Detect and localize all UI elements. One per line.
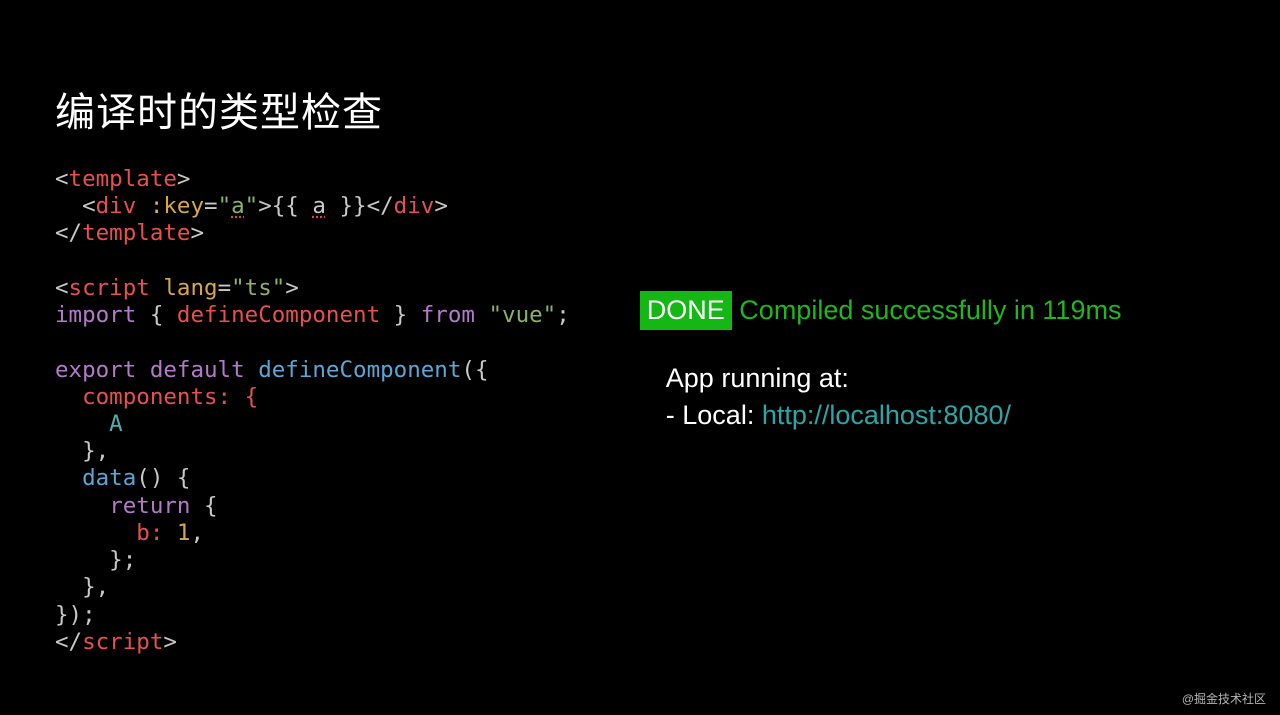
- tok: import: [55, 302, 136, 328]
- tok: return: [109, 493, 190, 519]
- tok: b:: [55, 520, 177, 546]
- tok: defineComponent: [258, 357, 461, 383]
- tok: [245, 357, 259, 383]
- local-label: - Local:: [666, 400, 762, 430]
- tok: :key: [136, 193, 204, 219]
- tok: A: [55, 411, 123, 437]
- tok: template: [82, 220, 190, 246]
- tok: [475, 302, 489, 328]
- tok: "ts": [231, 275, 285, 301]
- tok: data: [82, 465, 136, 491]
- tok: =: [218, 275, 232, 301]
- tok: >: [434, 193, 448, 219]
- tok: </: [55, 629, 82, 655]
- tok: >{{: [258, 193, 312, 219]
- tok: ;: [556, 302, 570, 328]
- tok: >: [177, 166, 191, 192]
- tok: lang: [150, 275, 218, 301]
- tok: ": [245, 193, 259, 219]
- tok: <: [55, 275, 69, 301]
- tok: <: [55, 193, 96, 219]
- terminal-output: DONE Compiled successfully in 119ms App …: [640, 291, 1122, 656]
- tok-error: a: [312, 193, 326, 219]
- tok: {: [190, 493, 217, 519]
- tok: defineComponent: [177, 302, 380, 328]
- tok: div: [96, 193, 137, 219]
- tok: from: [421, 302, 475, 328]
- tok: 1: [177, 520, 191, 546]
- tok: >: [190, 220, 204, 246]
- tok: [55, 493, 109, 519]
- status-line: DONE Compiled successfully in 119ms: [640, 291, 1122, 330]
- tok: default: [150, 357, 245, 383]
- local-url: http://localhost:8080/: [762, 400, 1011, 430]
- tok: export: [55, 357, 136, 383]
- tok: [55, 465, 82, 491]
- tok: }}</: [326, 193, 394, 219]
- tok: =: [204, 193, 218, 219]
- slide: 编译时的类型检查 <template> <div :key="a">{{ a }…: [0, 0, 1280, 656]
- tok: >: [163, 629, 177, 655]
- tok: });: [55, 602, 96, 628]
- slide-title: 编译时的类型检查: [55, 80, 1225, 138]
- local-url-line: - Local: http://localhost:8080/: [666, 397, 1122, 433]
- tok: [136, 357, 150, 383]
- watermark: @掘金技术社区: [1182, 690, 1266, 707]
- tok: script: [82, 629, 163, 655]
- tok-error: a: [231, 193, 245, 219]
- tok: ": [218, 193, 232, 219]
- tok: };: [55, 547, 136, 573]
- tok: "vue": [489, 302, 557, 328]
- tok: },: [55, 438, 109, 464]
- tok: >: [285, 275, 299, 301]
- tok: components: {: [55, 384, 258, 410]
- tok: {: [136, 302, 177, 328]
- running-at-line: App running at:: [666, 360, 1122, 396]
- tok: ({: [461, 357, 488, 383]
- tok: template: [69, 166, 177, 192]
- success-message: Compiled successfully in 119ms: [732, 295, 1122, 325]
- tok: () {: [136, 465, 190, 491]
- content-row: <template> <div :key="a">{{ a }}</div> <…: [55, 166, 1225, 656]
- tok: }: [380, 302, 421, 328]
- tok: <: [55, 166, 69, 192]
- tok: },: [55, 574, 109, 600]
- tok: ,: [190, 520, 204, 546]
- done-badge: DONE: [640, 291, 732, 330]
- tok: div: [394, 193, 435, 219]
- tok: script: [69, 275, 150, 301]
- tok: </: [55, 220, 82, 246]
- code-block: <template> <div :key="a">{{ a }}</div> <…: [55, 166, 570, 656]
